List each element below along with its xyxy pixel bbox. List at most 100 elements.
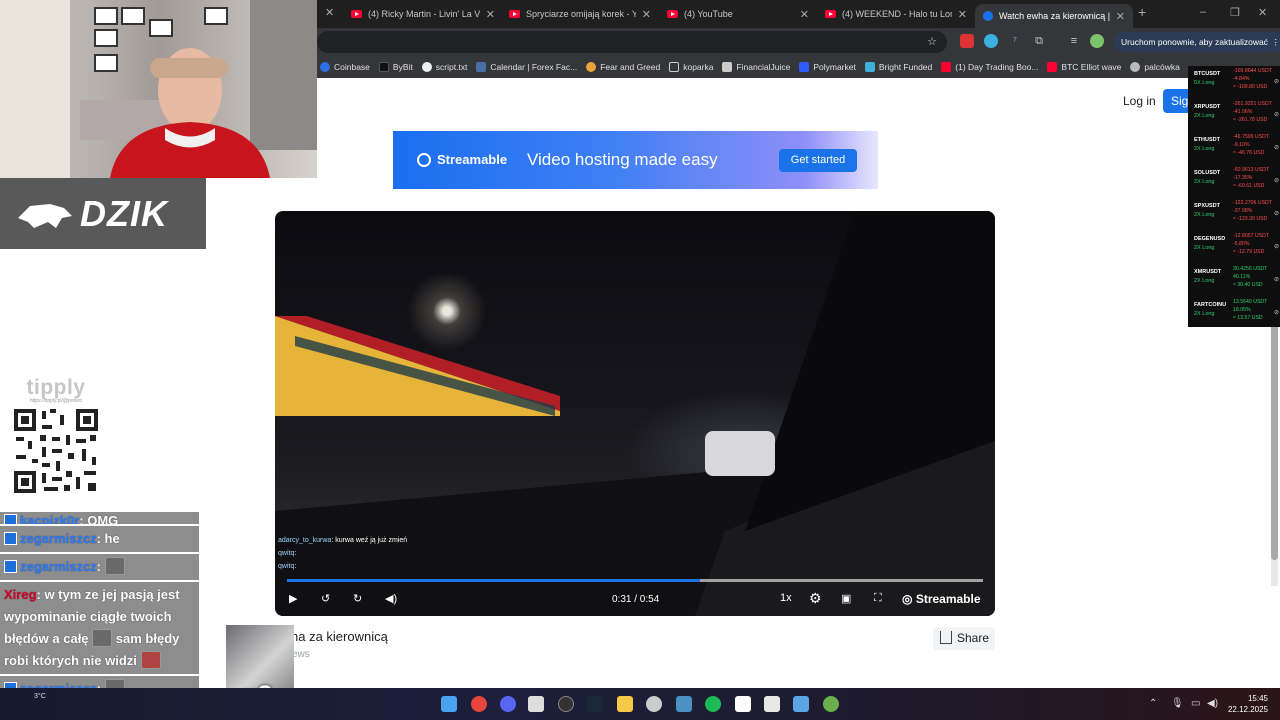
get-started-button[interactable]: Get started (779, 149, 857, 172)
extension-icon[interactable] (984, 34, 998, 48)
scrollbar-thumb[interactable] (1271, 320, 1278, 560)
chat-username: zegarmiszcz (20, 559, 97, 574)
tab-streamable-active[interactable]: Watch ewha za kierownicą | Str ✕ (975, 4, 1133, 28)
chat-message: Xireg: w tym ze jej pasją jest wypominan… (0, 582, 199, 676)
notepad-icon[interactable] (764, 696, 780, 712)
tab-title: (4) YouTube (684, 9, 733, 19)
translate-extension-icon[interactable]: ⁷ (1008, 34, 1022, 48)
settings-gear-icon[interactable]: ⚙ (809, 590, 822, 607)
close-position-icon[interactable]: ⊘ (1274, 210, 1279, 217)
volume-icon[interactable]: ◀) (385, 592, 397, 605)
bookmark-palcowka[interactable]: palcówka (1130, 62, 1180, 72)
maximize-button[interactable]: ❐ (1230, 6, 1240, 19)
weather-widget[interactable]: 3°C (34, 693, 46, 700)
trade-pnl-usd: ≈ -123.30 USD (1233, 216, 1268, 222)
app-icon[interactable] (676, 696, 692, 712)
close-position-icon[interactable]: ⊘ (1274, 243, 1279, 250)
bookmark-day-trading[interactable]: (1) Day Trading Boo... (941, 62, 1038, 72)
forward-10-icon[interactable]: ↻ (353, 592, 362, 605)
trade-pnl-percent: -41.06% (1233, 109, 1253, 115)
trade-leverage: 2X Long (1194, 179, 1215, 185)
app-icon[interactable] (735, 696, 751, 712)
discord-icon[interactable] (500, 696, 516, 712)
close-icon[interactable]: ✕ (958, 8, 967, 21)
menu-kebab-icon[interactable]: ⋮ (1271, 32, 1280, 52)
banner-slogan: Video hosting made easy (527, 150, 718, 169)
youtube-icon (1047, 62, 1058, 72)
file-explorer-icon[interactable] (617, 696, 633, 712)
close-icon[interactable]: ✕ (800, 8, 809, 21)
login-link[interactable]: Log in (1123, 94, 1156, 108)
bookmark-coinbase[interactable]: Coinbase (320, 62, 370, 72)
bookmark-calendar[interactable]: Calendar | Forex Fac... (476, 62, 577, 72)
browser-icon[interactable] (823, 696, 839, 712)
close-icon[interactable]: ✕ (1116, 10, 1125, 23)
network-icon[interactable]: ▭ (1191, 698, 1200, 709)
app-c-icon[interactable] (646, 696, 662, 712)
chrome-icon (586, 62, 597, 72)
close-position-icon[interactable]: ⊘ (1274, 276, 1279, 283)
bookmark-script[interactable]: script.txt (421, 62, 467, 72)
tab-spryciarze[interactable]: Spryciarze omijają korek - YouT ✕ (501, 4, 659, 24)
fullscreen-icon[interactable]: ⛶ (874, 592, 882, 605)
playback-speed-button[interactable]: 1x (780, 592, 792, 604)
microphone-icon[interactable]: 🎙 (1171, 698, 1184, 709)
tab-ricky-martin[interactable]: (4) Ricky Martin - Livin' La Vida ✕ (343, 4, 503, 24)
photos-icon[interactable] (793, 696, 809, 712)
close-icon[interactable]: ✕ (486, 8, 495, 21)
trading-positions-widget: BTCUSDT 5X Long -109.8644 USDT -4.84% ≈ -109… (1188, 66, 1280, 327)
chrome-icon[interactable] (471, 696, 487, 712)
video-player[interactable]: adarcy_to_kurwa: kurwa weź ją już zmień … (275, 211, 995, 616)
new-tab-button[interactable]: + (1138, 4, 1146, 20)
chat-badge-icon (4, 560, 17, 573)
update-restart-button[interactable]: Uruchom ponownie, aby zaktualizować ⋮ (1113, 32, 1280, 52)
bookmark-bybit[interactable]: ByBit (378, 62, 413, 72)
close-icon[interactable]: ✕ (642, 8, 651, 21)
close-window-button[interactable]: ✕ (1258, 6, 1267, 19)
bookmark-fear-greed[interactable]: Fear and Greed (586, 62, 660, 72)
clock-time: 15:45 (1247, 694, 1268, 703)
trade-pnl-usd: ≈ 30.40 USD (1233, 282, 1263, 288)
close-position-icon[interactable]: ⊘ (1274, 78, 1279, 85)
rewind-10-icon[interactable]: ↺ (321, 592, 330, 605)
system-clock[interactable]: 15:45 22.12.2025 (1226, 693, 1268, 715)
boar-icon (18, 204, 72, 228)
tab-weekend[interactable]: (4) WEEKEND - Halo tu Londyn ✕ (817, 4, 975, 24)
close-position-icon[interactable]: ⊘ (1274, 111, 1279, 118)
bookmark-label: (1) Day Trading Boo... (955, 62, 1039, 72)
spotify-icon[interactable] (705, 696, 721, 712)
picture-in-picture-icon[interactable]: ▣ (841, 592, 851, 605)
bookmark-star-icon[interactable]: ☆ (925, 35, 939, 49)
close-position-icon[interactable]: ⊘ (1274, 177, 1279, 184)
overlay-chat-text: : (294, 550, 297, 557)
extension-icon[interactable] (960, 34, 974, 48)
obs-icon[interactable] (558, 696, 574, 712)
tab-youtube[interactable]: (4) YouTube ✕ (659, 4, 817, 24)
steam-icon[interactable] (587, 696, 603, 712)
profile-avatar-icon[interactable] (1090, 34, 1104, 48)
tray-chevron-icon[interactable]: ⌃ (1149, 698, 1157, 709)
video-progress-bar[interactable] (287, 579, 983, 582)
bookmark-financialjuice[interactable]: FinancialJuice (722, 62, 790, 72)
trade-leverage: 2X Long (1194, 278, 1215, 284)
bookmark-koparka[interactable]: koparka (669, 62, 713, 72)
player-brand-link[interactable]: ◎ Streamable (902, 592, 981, 606)
play-icon[interactable]: ▶ (289, 592, 297, 605)
volume-icon[interactable]: ◀) (1207, 698, 1218, 709)
start-windows-icon[interactable] (441, 696, 457, 712)
streamable-ad-banner[interactable]: Streamable Video hosting made easy Get s… (393, 131, 878, 189)
bookmark-polymarket[interactable]: Polymarket (799, 62, 856, 72)
calendar-icon (476, 62, 487, 72)
video-progress-fill (287, 579, 700, 582)
bookmark-bright-funded[interactable]: Bright Funded (864, 62, 932, 72)
minimize-button[interactable]: – (1200, 6, 1206, 18)
address-bar[interactable]: ☆ (317, 31, 947, 53)
close-position-icon[interactable]: ⊘ (1274, 144, 1279, 151)
extensions-puzzle-icon[interactable]: ⧉ (1032, 34, 1046, 48)
share-button[interactable]: Share (933, 627, 995, 650)
reading-list-icon[interactable]: ≡ (1067, 34, 1081, 48)
bookmark-btc-elliot[interactable]: BTC Elliot wave (1047, 62, 1121, 72)
tab-close-icon[interactable]: ✕ (325, 6, 334, 19)
close-position-icon[interactable]: ⊘ (1274, 309, 1279, 316)
app-icon[interactable] (528, 696, 544, 712)
